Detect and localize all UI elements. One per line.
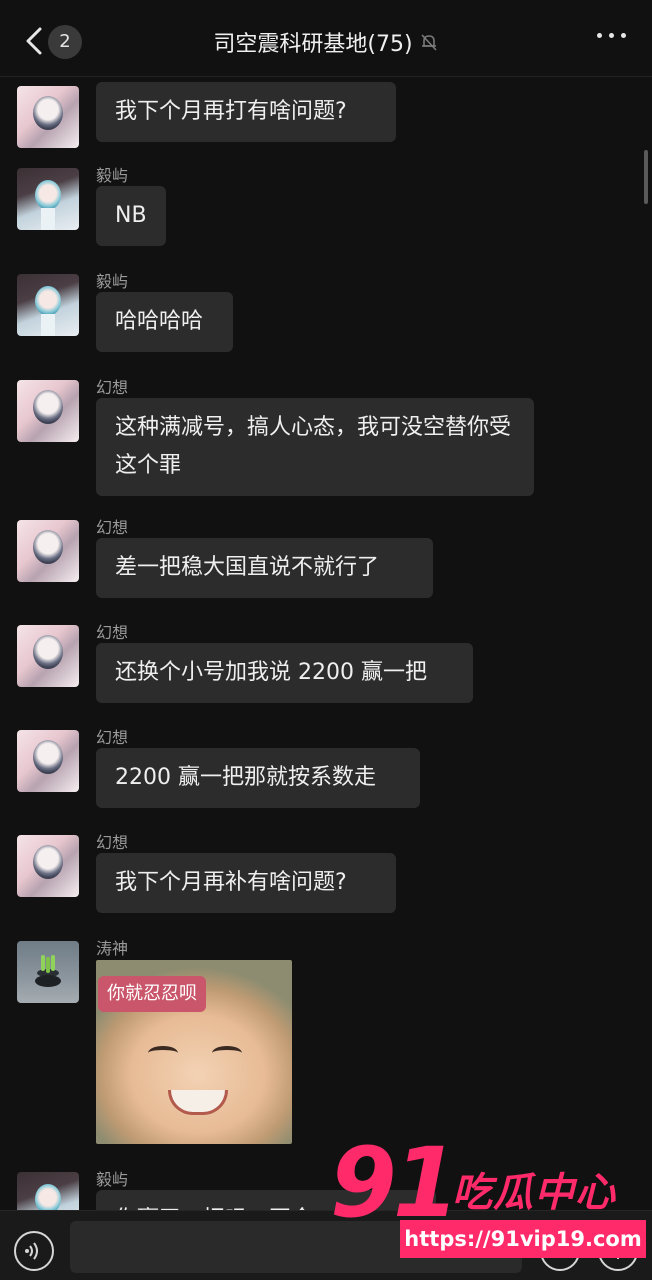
watermark-url: https://91vip19.com (400, 1220, 646, 1258)
avatar[interactable] (17, 86, 79, 148)
avatar[interactable] (17, 168, 79, 230)
sticker-mouth (168, 1090, 228, 1115)
message-bubble[interactable]: NB (96, 186, 166, 246)
message-bubble[interactable]: 哈哈哈哈 (96, 292, 233, 352)
message-bubble[interactable]: 2200 赢一把那就按系数走 (96, 748, 420, 808)
chat-title: 司空震科研基地(75) (213, 32, 413, 57)
avatar[interactable] (17, 1172, 79, 1210)
watermark-brand: 吃瓜中心 (452, 1170, 616, 1216)
avatar[interactable] (17, 625, 79, 687)
sticker-image[interactable]: 你就忍忍呗 (96, 960, 292, 1144)
chat-title-wrap[interactable]: 司空震科研基地(75) (160, 24, 492, 60)
sender-name: 毅屿 (96, 166, 129, 185)
sticker-eye (212, 1046, 242, 1060)
message-bubble[interactable]: 我下个月再打有啥问题? (96, 82, 396, 142)
voice-input-icon[interactable] (14, 1231, 54, 1271)
back-arrow-icon[interactable] (18, 24, 50, 58)
sender-name: 涛神 (96, 939, 129, 958)
more-options-icon[interactable] (597, 33, 626, 38)
avatar[interactable] (17, 380, 79, 442)
sender-name: 幻想 (96, 833, 129, 852)
avatar[interactable] (17, 274, 79, 336)
muted-bell-icon (420, 34, 437, 51)
avatar[interactable] (17, 941, 79, 1003)
unread-count-badge[interactable]: 2 (48, 25, 82, 59)
sender-name: 毅屿 (96, 272, 129, 291)
message-bubble[interactable]: 这种满减号，搞人心态，我可没空替你受这个罪 (96, 398, 534, 496)
sticker-eye (148, 1046, 178, 1060)
watermark: 91 吃瓜中心 https://91vip19.com (330, 1128, 646, 1258)
top-nav-bar: 2 司空震科研基地(75) (0, 0, 652, 77)
sender-name: 毅屿 (96, 1170, 129, 1189)
avatar[interactable] (17, 835, 79, 897)
sender-name: 幻想 (96, 623, 129, 642)
message-bubble[interactable]: 我下个月再补有啥问题? (96, 853, 396, 913)
sender-name: 幻想 (96, 378, 129, 397)
message-bubble[interactable]: 还换个小号加我说 2200 赢一把 (96, 643, 473, 703)
sender-name: 幻想 (96, 518, 129, 537)
message-list[interactable]: 我下个月再打有啥问题? 毅屿 NB 毅屿 哈哈哈哈 幻想 这种满减号，搞人心态，… (0, 76, 652, 1210)
sticker-caption: 你就忍忍呗 (98, 976, 206, 1012)
sender-name: 幻想 (96, 728, 129, 747)
scrollbar[interactable] (644, 150, 648, 204)
avatar[interactable] (17, 730, 79, 792)
avatar[interactable] (17, 520, 79, 582)
message-bubble[interactable]: 差一把稳大国直说不就行了 (96, 538, 433, 598)
